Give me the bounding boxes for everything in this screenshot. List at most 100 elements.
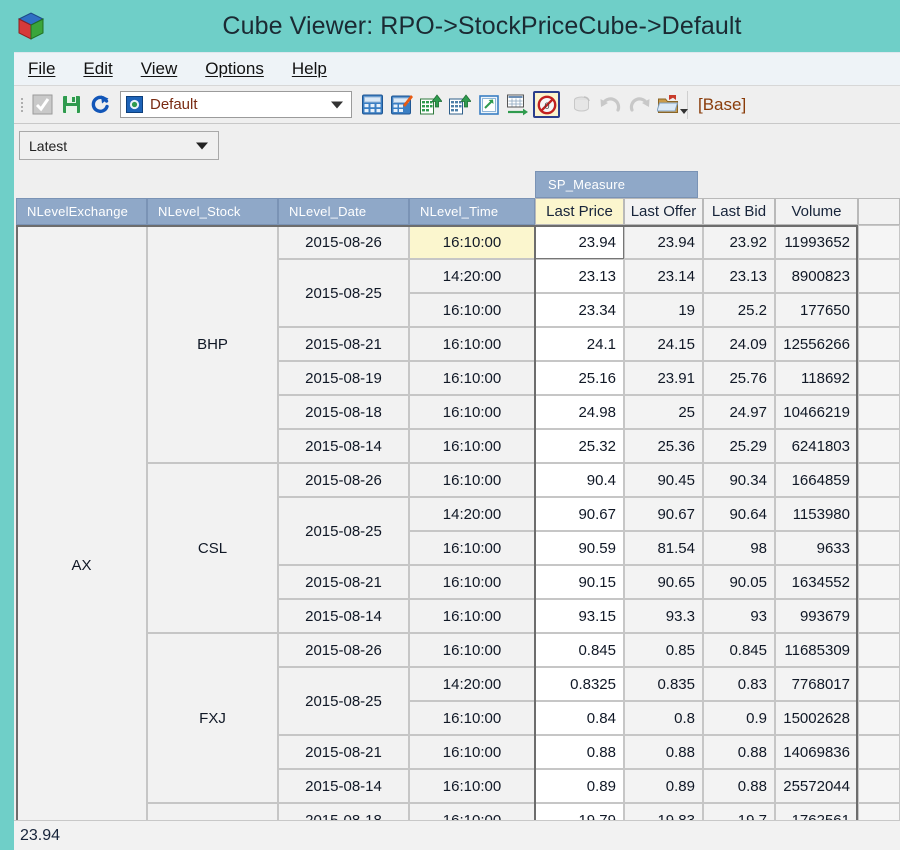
grid-cell-volume[interactable]: 11685309 (775, 633, 858, 667)
grid-cell-last-price[interactable]: 0.88 (535, 735, 624, 769)
grid-cell-date[interactable]: 2015-08-21 (278, 735, 409, 769)
grid-cell-volume[interactable]: 9633 (775, 531, 858, 565)
grid-cell-last-bid[interactable]: 23.92 (703, 225, 775, 259)
grid-cell-date[interactable]: 2015-08-25 (278, 667, 409, 735)
grid-cell-last-price[interactable]: 0.89 (535, 769, 624, 803)
grid-cell-volume[interactable]: 118692 (775, 361, 858, 395)
grid-cell-last-bid[interactable]: 0.88 (703, 769, 775, 803)
calculator-edit-icon[interactable] (388, 91, 415, 118)
grid-cell-last-offer[interactable]: 25.36 (624, 429, 703, 463)
column-header-nlevel_date[interactable]: NLevel_Date (278, 198, 409, 225)
grid-cell-last-bid[interactable]: 0.845 (703, 633, 775, 667)
grid-cell-stock[interactable]: SHL (147, 803, 278, 820)
grid-cell-date[interactable]: 2015-08-18 (278, 803, 409, 820)
grid-cell-last-offer[interactable]: 90.65 (624, 565, 703, 599)
grid-cell-last-price[interactable]: 23.94 (535, 225, 624, 259)
grid-cell-last-price[interactable]: 24.98 (535, 395, 624, 429)
grid-cell-volume[interactable]: 11993652 (775, 225, 858, 259)
grid-cell-time[interactable]: 16:10:00 (409, 361, 535, 395)
menu-file[interactable]: File (14, 59, 69, 79)
grid-cell-last-offer[interactable]: 23.14 (624, 259, 703, 293)
grid-cell-last-bid[interactable]: 90.64 (703, 497, 775, 531)
suppress-zero-icon[interactable]: 0 (533, 91, 560, 118)
grid-cell-last-price[interactable]: 23.34 (535, 293, 624, 327)
grid-cell-last-bid[interactable]: 25.29 (703, 429, 775, 463)
column-header-nlevelexchange[interactable]: NLevelExchange (16, 198, 147, 225)
grid-cell-time[interactable]: 16:10:00 (409, 395, 535, 429)
grid-cell-last-price[interactable]: 25.16 (535, 361, 624, 395)
grid-cell-last-offer[interactable]: 23.94 (624, 225, 703, 259)
grid-cell-last-price[interactable]: 0.84 (535, 701, 624, 735)
measure-header-volume[interactable]: Volume (775, 198, 858, 225)
grid-cell-last-bid[interactable]: 90.05 (703, 565, 775, 599)
grid-cell-last-bid[interactable]: 24.97 (703, 395, 775, 429)
grid-cell-last-offer[interactable]: 24.15 (624, 327, 703, 361)
grid-cell-time[interactable]: 16:10:00 (409, 293, 535, 327)
grid-cell-last-price[interactable]: 90.15 (535, 565, 624, 599)
export-grid-icon[interactable] (504, 91, 531, 118)
grid-cell-volume[interactable]: 15002628 (775, 701, 858, 735)
measure-group-header[interactable]: SP_Measure (535, 171, 698, 198)
grid-cell-last-offer[interactable]: 90.67 (624, 497, 703, 531)
grid-cell-time[interactable]: 16:10:00 (409, 769, 535, 803)
grid-cell-last-bid[interactable]: 25.76 (703, 361, 775, 395)
grid-cell-time[interactable]: 16:10:00 (409, 735, 535, 769)
grid-cell-date[interactable]: 2015-08-25 (278, 497, 409, 565)
drill-down-icon[interactable] (446, 91, 473, 118)
grid-cell-last-bid[interactable]: 19.7 (703, 803, 775, 820)
measure-header-last-offer[interactable]: Last Offer (624, 198, 703, 225)
grid-cell-time[interactable]: 16:10:00 (409, 803, 535, 820)
open-folder-icon[interactable] (655, 91, 688, 118)
grid-cell-time[interactable]: 16:10:00 (409, 429, 535, 463)
grid-cell-volume[interactable]: 14069836 (775, 735, 858, 769)
grid-cell-last-offer[interactable]: 25 (624, 395, 703, 429)
grid-cell-last-offer[interactable]: 0.835 (624, 667, 703, 701)
calculator-icon[interactable] (359, 91, 386, 118)
measure-header-last-price[interactable]: Last Price (535, 198, 624, 225)
grid-cell-volume[interactable]: 10466219 (775, 395, 858, 429)
grid-cell-time[interactable]: 16:10:00 (409, 633, 535, 667)
grid-cell-last-bid[interactable]: 0.83 (703, 667, 775, 701)
grid-cell-last-offer[interactable]: 0.89 (624, 769, 703, 803)
grid-cell-last-price[interactable]: 90.4 (535, 463, 624, 497)
grid-cell-last-offer[interactable]: 19 (624, 293, 703, 327)
grid-cell-volume[interactable]: 6241803 (775, 429, 858, 463)
grid-cell-stock[interactable]: BHP (147, 225, 278, 463)
grid-cell-last-price[interactable]: 23.13 (535, 259, 624, 293)
grid-cell-time[interactable]: 14:20:00 (409, 259, 535, 293)
grid-cell-last-bid[interactable]: 0.9 (703, 701, 775, 735)
grid-cell-volume[interactable]: 1664859 (775, 463, 858, 497)
grid-cell-last-price[interactable]: 24.1 (535, 327, 624, 361)
column-header-nlevel_stock[interactable]: NLevel_Stock (147, 198, 278, 225)
view-selector[interactable]: Default (120, 91, 352, 118)
zoom-in-grid-icon[interactable] (475, 91, 502, 118)
grid-cell-last-bid[interactable]: 0.88 (703, 735, 775, 769)
grid-cell-last-offer[interactable]: 93.3 (624, 599, 703, 633)
grid-cell-date[interactable]: 2015-08-19 (278, 361, 409, 395)
chevron-down-icon[interactable] (196, 142, 208, 149)
cube-grid[interactable]: SP_Measure NLevelExchange NLevel_Stock NLe… (14, 169, 900, 820)
grid-cell-date[interactable]: 2015-08-21 (278, 565, 409, 599)
grid-cell-last-offer[interactable]: 0.88 (624, 735, 703, 769)
grid-cell-time[interactable]: 16:10:00 (409, 599, 535, 633)
grid-cell-date[interactable]: 2015-08-14 (278, 429, 409, 463)
refresh-icon[interactable] (87, 91, 114, 118)
grid-cell-exchange[interactable]: AX (16, 225, 147, 820)
grid-cell-last-bid[interactable]: 90.34 (703, 463, 775, 497)
grid-cell-volume[interactable]: 25572044 (775, 769, 858, 803)
grid-cell-stock[interactable]: CSL (147, 463, 278, 633)
grid-cell-date[interactable]: 2015-08-14 (278, 599, 409, 633)
time-filter-select[interactable]: Latest (19, 131, 219, 160)
drill-up-icon[interactable] (417, 91, 444, 118)
grid-cell-time[interactable]: 16:10:00 (409, 565, 535, 599)
drag-grip[interactable] (17, 94, 26, 116)
grid-cell-volume[interactable]: 993679 (775, 599, 858, 633)
grid-cell-last-price[interactable]: 0.845 (535, 633, 624, 667)
menu-view[interactable]: View (127, 59, 192, 79)
grid-cell-date[interactable]: 2015-08-26 (278, 633, 409, 667)
grid-cell-last-bid[interactable]: 24.09 (703, 327, 775, 361)
grid-cell-date[interactable]: 2015-08-18 (278, 395, 409, 429)
grid-cell-volume[interactable]: 7768017 (775, 667, 858, 701)
grid-cell-last-bid[interactable]: 23.13 (703, 259, 775, 293)
apply-check-icon[interactable] (29, 91, 56, 118)
